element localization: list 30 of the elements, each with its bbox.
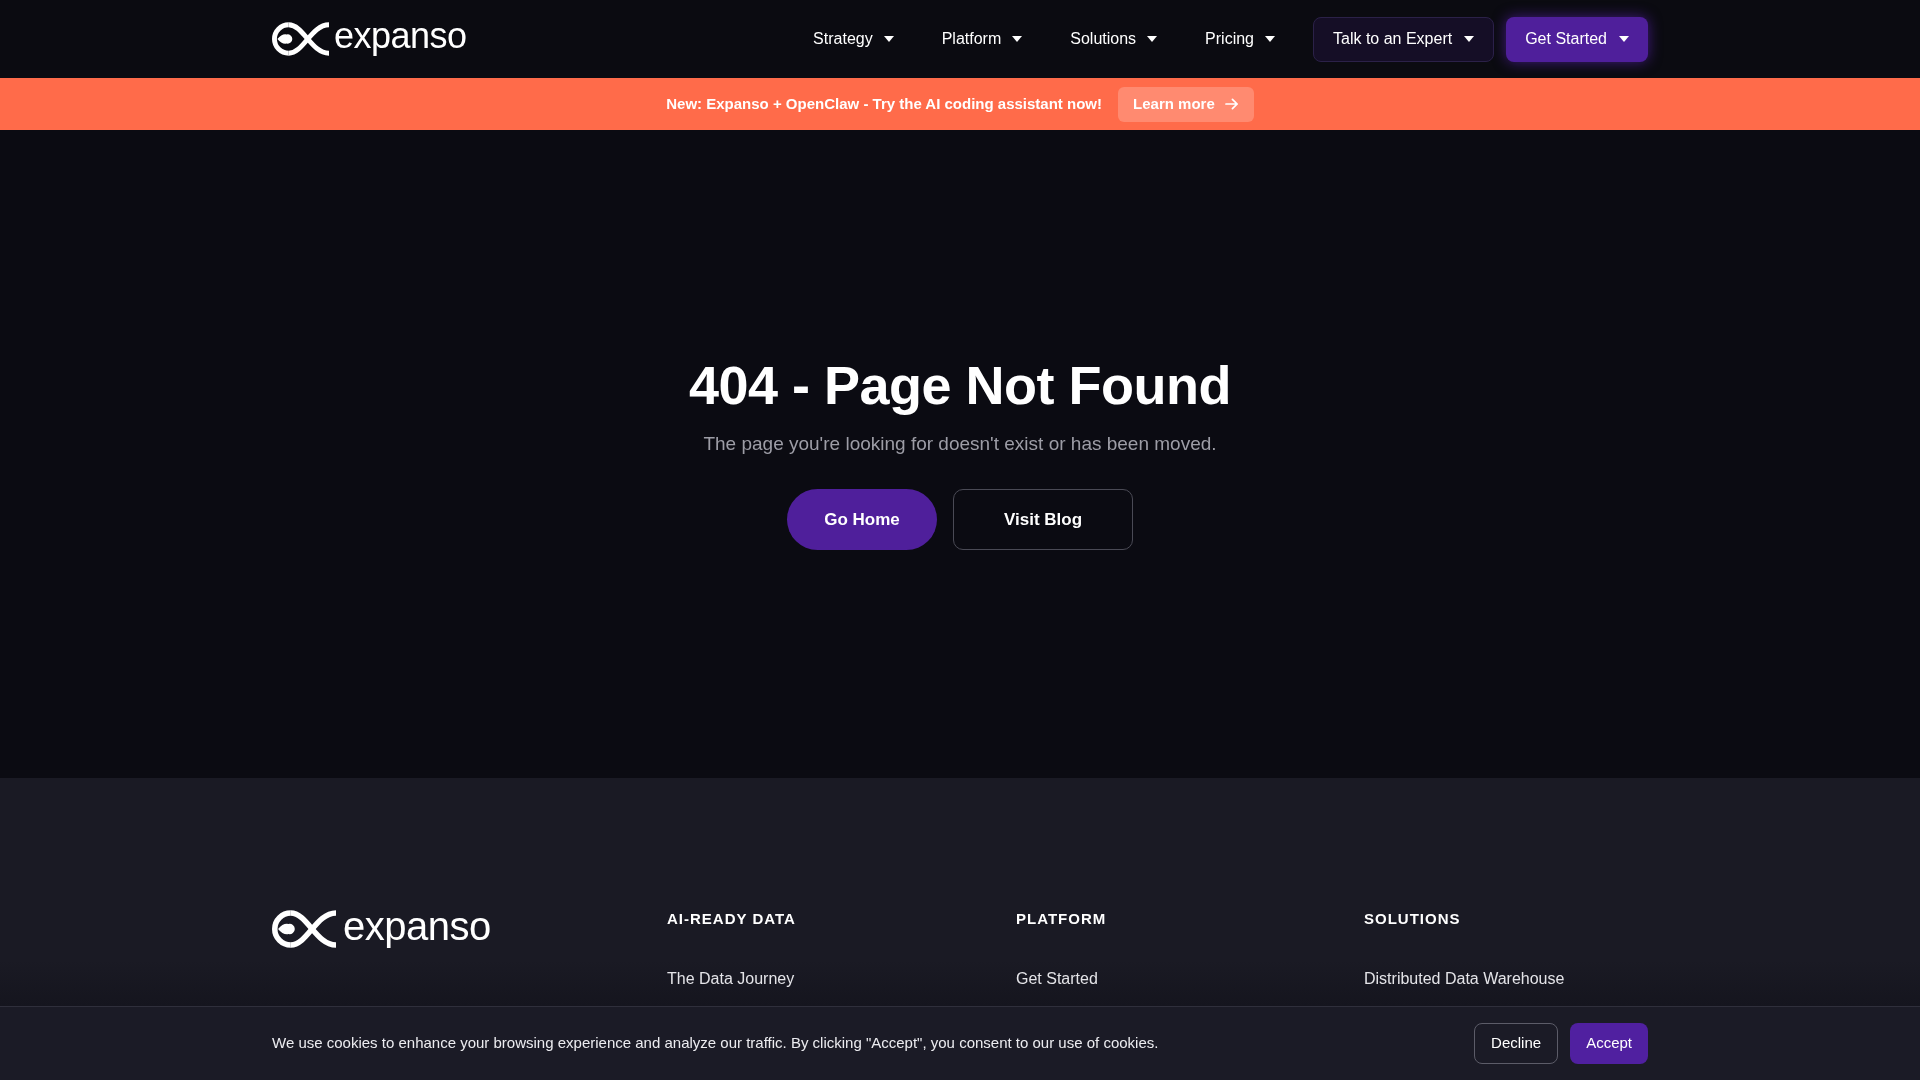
decline-button[interactable]: Decline	[1474, 1023, 1559, 1064]
get-started-dropdown-button[interactable]: Get Started	[1506, 16, 1648, 62]
caret-down-icon	[883, 36, 894, 42]
home-button[interactable]: Go Home	[787, 489, 937, 550]
caret-down-icon	[1619, 36, 1629, 42]
caret-down-icon	[1265, 36, 1275, 42]
caret-down-icon	[1147, 36, 1158, 42]
cookie-notice-text: We use cookies to enhance your browsing experience and analyze our traffic. By clicking "Accept", you consent to our use of cookies.	[272, 1033, 1159, 1054]
announcement-text: New: Expanso + OpenClaw - Try the AI coding assistant now!	[666, 93, 1103, 114]
footer-column-heading: AI-READY DATA	[667, 910, 796, 928]
logo-icon	[272, 909, 336, 949]
nav-menu-item[interactable]: Solutions	[1070, 27, 1158, 51]
footer-column-heading: PLATFORM	[1016, 910, 1107, 928]
footer-column-heading: SOLUTIONS	[1364, 910, 1461, 928]
arrow-right-icon	[1224, 98, 1239, 110]
expert-dropdown-button[interactable]: Talk to an Expert	[1313, 16, 1495, 62]
blog-button[interactable]: Visit Blog	[953, 489, 1133, 550]
nav-menu-item[interactable]: Pricing	[1205, 27, 1275, 51]
nav-menu-item[interactable]: Platform	[941, 27, 1023, 51]
caret-down-icon	[1012, 36, 1023, 42]
accept-button[interactable]: Accept	[1570, 1023, 1648, 1064]
logo-link[interactable]: expanso	[272, 906, 491, 952]
footer-link[interactable]: Get Started	[1016, 968, 1098, 990]
nav-menu-item[interactable]: Strategy	[813, 27, 894, 51]
footer-link[interactable]: The Data Journey	[667, 968, 795, 990]
logo-icon	[272, 21, 329, 57]
footer-link[interactable]: Distributed Data Warehouse	[1364, 968, 1565, 990]
page-subtitle: The page you're looking for doesn't exist or has been moved.	[703, 432, 1217, 456]
logo-link[interactable]: expanso	[272, 18, 467, 60]
caret-down-icon	[1464, 36, 1475, 42]
